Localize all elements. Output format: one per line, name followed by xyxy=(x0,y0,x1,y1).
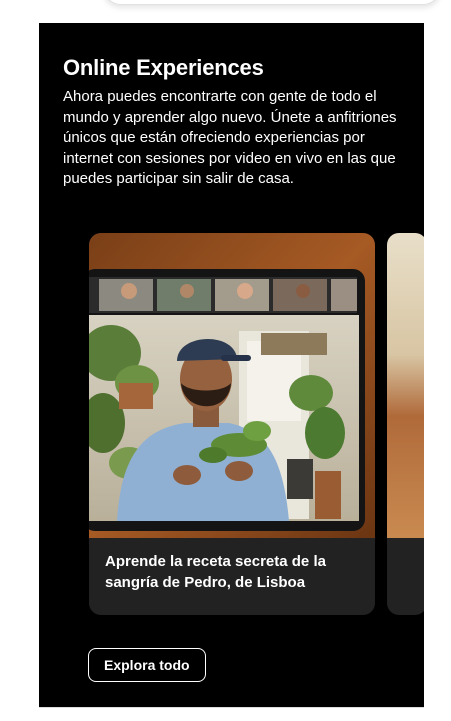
next-experience-card-image xyxy=(387,233,424,538)
experiences-carousel[interactable]: Aprende la receta secreta de la sangría … xyxy=(89,233,424,615)
search-bar-bottom-edge[interactable] xyxy=(103,0,441,5)
section-description: Ahora puedes encontrarte con gente de to… xyxy=(63,88,397,187)
experience-card-image xyxy=(89,233,375,538)
experience-card-title: Aprende la receta secreta de la sangría … xyxy=(105,553,326,591)
experience-card[interactable]: Aprende la receta secreta de la sangría … xyxy=(89,233,375,615)
explore-all-button[interactable]: Explora todo xyxy=(88,648,206,682)
top-strip xyxy=(39,0,441,23)
section-title: Online Experiences xyxy=(63,55,264,80)
online-experiences-section: Online Experiences Ahora puedes encontra… xyxy=(39,23,424,707)
bottom-strip xyxy=(39,707,424,721)
next-experience-card[interactable] xyxy=(387,233,424,615)
